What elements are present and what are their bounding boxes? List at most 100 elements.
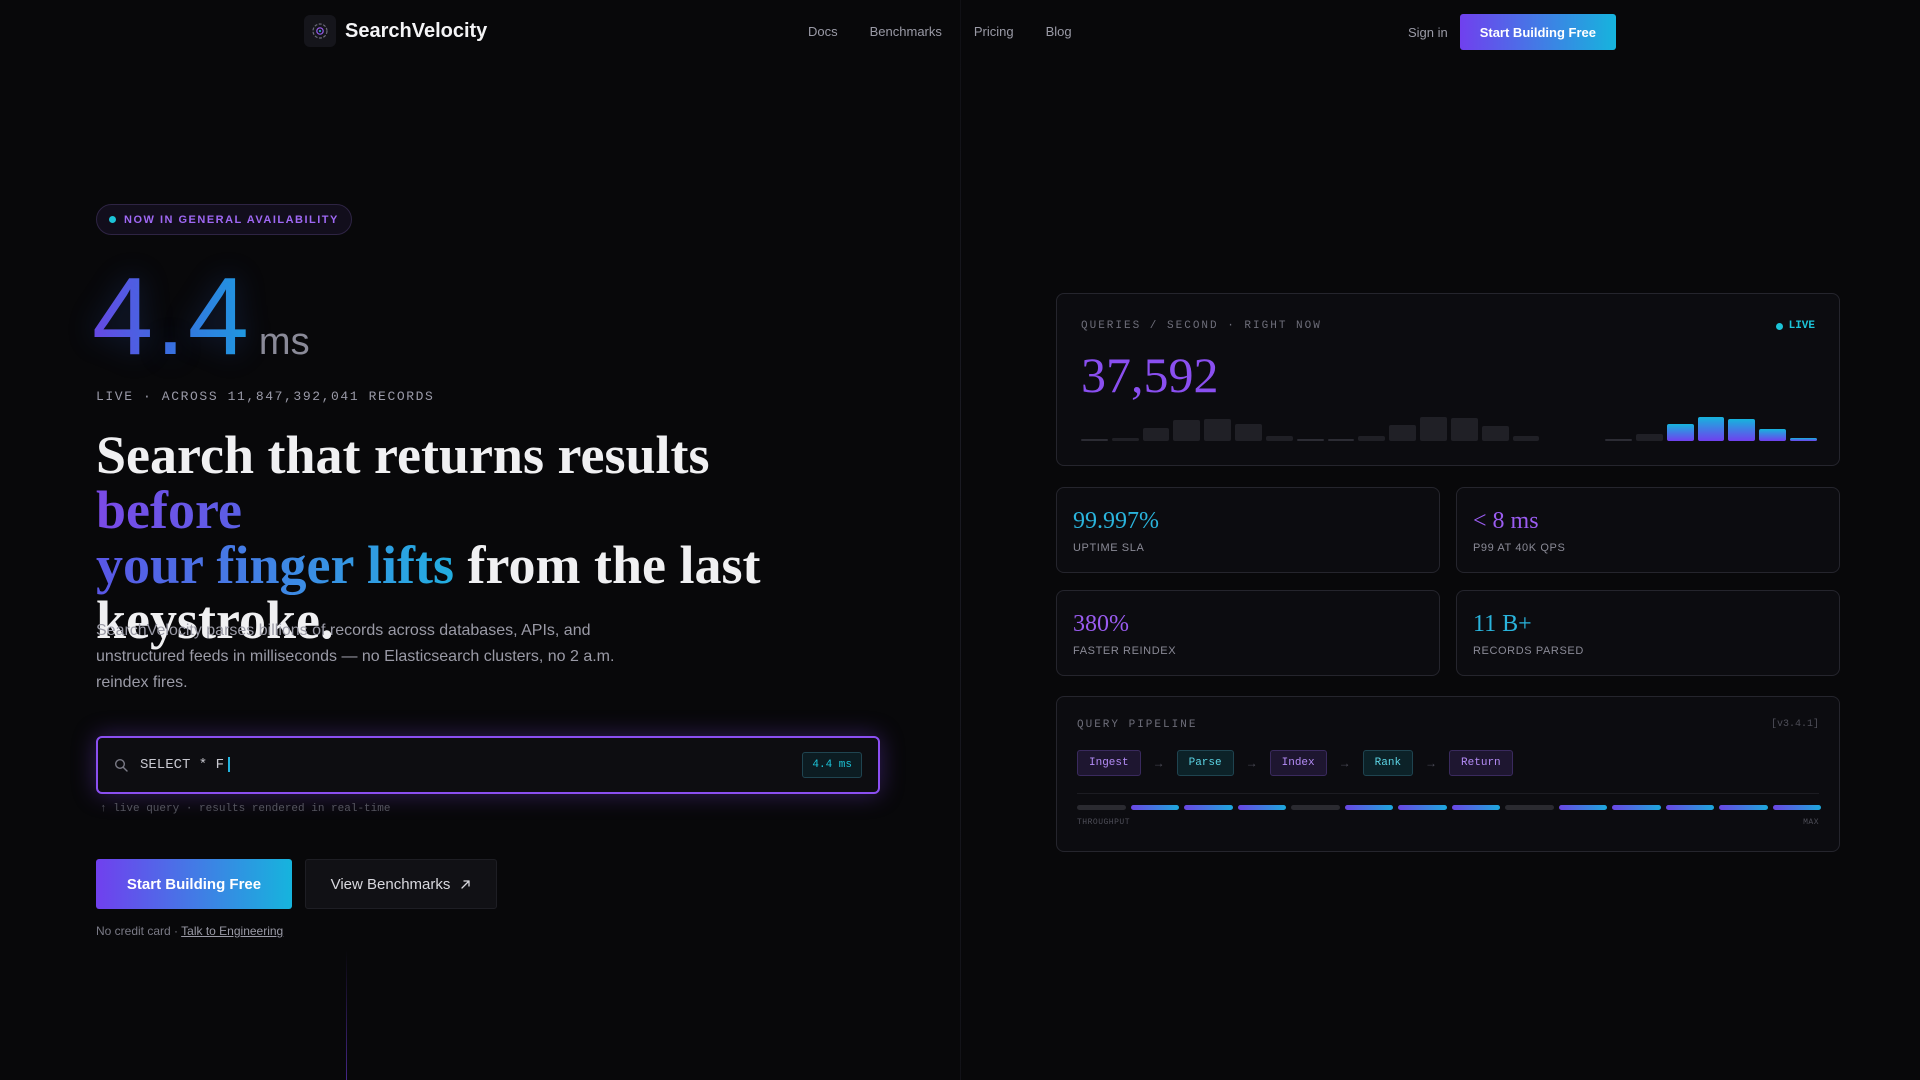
throughput-segment (1665, 805, 1714, 810)
pipeline-step-ingest: Ingest (1077, 750, 1141, 776)
latency-value: 4.4 (92, 255, 251, 378)
text-cursor (228, 756, 231, 772)
pipeline-step-parse: Parse (1176, 750, 1234, 776)
qps-bar (1204, 419, 1232, 441)
headline-part-1: Search that returns results (96, 425, 710, 485)
qps-live-label: LIVE (1788, 320, 1815, 332)
arrow-right-icon: → (1245, 756, 1258, 770)
view-benchmarks-label: View Benchmarks (330, 875, 451, 893)
stat-label: P99 AT 40K QPS (1473, 542, 1566, 554)
pipeline-steps: Ingest → Parse → Index → Rank → Return (1077, 750, 1513, 776)
throughput-segment (1237, 805, 1286, 810)
qps-value: 37,592 (1081, 347, 1219, 403)
qps-bar (1235, 424, 1262, 441)
qps-bar (1358, 436, 1386, 441)
live-dot (1775, 322, 1783, 330)
qps-bar (1759, 429, 1787, 441)
nav-link-pricing[interactable]: Pricing (974, 24, 1014, 39)
query-text: SELECT * F (140, 756, 231, 773)
qps-bar (1512, 436, 1540, 441)
qps-bar (1296, 439, 1324, 441)
qps-bar (1111, 438, 1139, 441)
arrow-right-icon: → (1338, 756, 1351, 770)
search-icon (114, 758, 128, 772)
pipeline-step-return: Return (1449, 750, 1513, 776)
qps-bar (1481, 426, 1509, 441)
accent-line (346, 950, 347, 1080)
throughput-segment (1558, 805, 1607, 810)
nav-link-benchmarks[interactable]: Benchmarks (870, 24, 942, 39)
stat-value: 380% (1073, 611, 1129, 637)
headline-highlight-2: your finger lifts (96, 535, 454, 595)
stat-label: RECORDS PARSED (1473, 645, 1584, 657)
arrow-up-right-icon (461, 879, 471, 889)
pipeline-step-rank: Rank (1362, 750, 1414, 776)
sign-in-link[interactable]: Sign in (1408, 25, 1448, 40)
throughput-segment (1451, 805, 1500, 810)
throughput-axis-label: THROUGHPUT (1077, 818, 1131, 827)
stat-value: 99.997% (1073, 508, 1159, 534)
throughput-segment (1505, 805, 1554, 810)
pipeline-divider (1077, 793, 1819, 794)
availability-badge: NOW IN GENERAL AVAILABILITY (96, 204, 352, 235)
stat-card-records: 11 B+ RECORDS PARSED (1456, 590, 1840, 676)
stat-label: FASTER REINDEX (1073, 645, 1177, 657)
throughput-segment (1612, 805, 1661, 810)
throughput-bar (1077, 805, 1821, 810)
pipeline-step-index: Index (1269, 750, 1327, 776)
pipeline-title: QUERY PIPELINE (1077, 719, 1198, 731)
throughput-segment (1398, 805, 1447, 810)
throughput-segment (1130, 805, 1179, 810)
stat-card-uptime: 99.997% UPTIME SLA (1056, 487, 1440, 573)
qps-bar (1790, 438, 1817, 441)
max-axis-label: MAX (1803, 818, 1819, 827)
top-nav: SearchVelocity Docs Benchmarks Pricing B… (0, 0, 1920, 64)
brand-name: SearchVelocity (345, 19, 488, 42)
center-divider (960, 0, 961, 1080)
badge-dot (109, 216, 116, 223)
throughput-segment (1772, 805, 1821, 810)
nav-links: Docs Benchmarks Pricing Blog (808, 24, 1072, 39)
nav-link-docs[interactable]: Docs (808, 24, 838, 39)
start-building-button[interactable]: Start Building Free (96, 859, 292, 909)
qps-bar (1605, 439, 1632, 441)
throughput-segment (1077, 805, 1126, 810)
headline-highlight-1: before (96, 480, 242, 540)
qps-bar (1265, 436, 1293, 441)
logo-icon (304, 15, 336, 47)
qps-bar (1142, 428, 1170, 441)
query-hint: ↑ live query · results rendered in real-… (100, 803, 391, 815)
qps-label: QUERIES / SECOND · RIGHT NOW (1081, 320, 1322, 332)
stat-value: 11 B+ (1473, 611, 1532, 637)
talk-to-engineering-link[interactable]: Talk to Engineering (181, 924, 283, 938)
nav-link-blog[interactable]: Blog (1046, 24, 1072, 39)
nav-start-building-button[interactable]: Start Building Free (1459, 14, 1616, 50)
pipeline-version: [v3.4.1] (1770, 719, 1819, 730)
qps-bar (1450, 418, 1478, 441)
qps-card: QUERIES / SECOND · RIGHT NOW LIVE 37,592 (1056, 293, 1840, 466)
throughput-segment (1184, 805, 1233, 810)
qps-bar (1666, 424, 1694, 441)
arrow-right-icon: → (1425, 756, 1438, 770)
qps-bar (1697, 417, 1725, 441)
latency-display: 4.4 ms (92, 262, 310, 372)
qps-bar (1420, 417, 1447, 441)
badge-text: NOW IN GENERAL AVAILABILITY (124, 213, 339, 226)
throughput-segment (1291, 805, 1340, 810)
view-benchmarks-button[interactable]: View Benchmarks (305, 859, 497, 909)
stat-card-p99: < 8 ms P99 AT 40K QPS (1456, 487, 1840, 573)
stat-value: < 8 ms (1473, 508, 1539, 534)
throughput-segment (1719, 805, 1768, 810)
stat-label: UPTIME SLA (1073, 542, 1145, 554)
live-query-input[interactable]: SELECT * F 4.4 ms (96, 736, 880, 794)
query-pipeline-card: QUERY PIPELINE [v3.4.1] Ingest → Parse → Ind… (1056, 696, 1840, 852)
brand-logo[interactable]: SearchVelocity (304, 15, 487, 47)
hero-subcopy: SearchVelocity parses billions of record… (96, 622, 615, 691)
qps-bar (1389, 425, 1417, 441)
qps-bar (1327, 439, 1355, 441)
qps-bar (1728, 419, 1756, 441)
nav-actions: Sign in Start Building Free (1408, 14, 1616, 50)
query-latency-badge: 4.4 ms (802, 752, 862, 778)
latency-unit: ms (258, 321, 310, 363)
stat-card-reindex: 380% FASTER REINDEX (1056, 590, 1440, 676)
